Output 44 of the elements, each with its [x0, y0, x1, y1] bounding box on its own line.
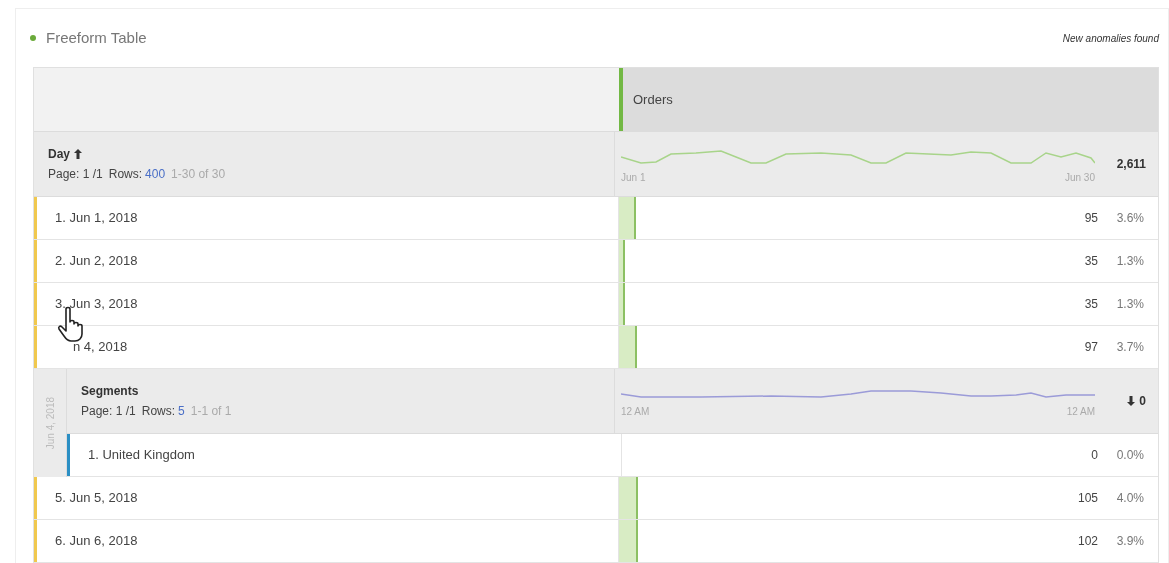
- row-label[interactable]: 1. United Kingdom: [70, 445, 195, 465]
- axis-end-label: 12 AM: [1066, 404, 1095, 419]
- row-value: 35: [1084, 253, 1098, 270]
- rows-count[interactable]: 5: [178, 402, 185, 420]
- total-value: 2,611: [1116, 156, 1146, 173]
- row-value: 0: [1091, 447, 1098, 464]
- axis-start-label: 12 AM: [621, 404, 650, 419]
- row-percent: 3.6%: [1115, 210, 1144, 227]
- axis-start-label: Jun 1: [621, 170, 646, 185]
- row-label[interactable]: n 4, 2018: [37, 337, 128, 357]
- axis-end-label: Jun 30: [1064, 170, 1095, 185]
- range-info: 1-30 of 30: [171, 166, 226, 183]
- sort-arrow-icon[interactable]: [74, 149, 82, 159]
- row-percent: 0.0%: [1115, 447, 1144, 464]
- dimension-name[interactable]: Day: [48, 145, 70, 163]
- row-value: 102: [1077, 533, 1098, 550]
- range-info: 1-1 of 1: [190, 403, 232, 420]
- page-info: Page: 1 /1: [48, 166, 103, 183]
- row-label[interactable]: 1. Jun 1, 2018: [37, 208, 138, 228]
- row-label[interactable]: 6. Jun 6, 2018: [37, 531, 138, 551]
- row-label[interactable]: 5. Jun 5, 2018: [37, 488, 138, 508]
- page-info: Page: 1 /1: [81, 403, 136, 420]
- row-value: 95: [1084, 210, 1098, 227]
- dimension-name[interactable]: Segments: [81, 382, 139, 400]
- row-percent: 3.9%: [1115, 533, 1144, 550]
- column-header[interactable]: Orders: [619, 68, 1158, 131]
- bar-fill: [619, 477, 638, 519]
- down-arrow-icon: [1127, 396, 1136, 406]
- row-percent: 4.0%: [1115, 490, 1144, 507]
- row-percent: 3.7%: [1115, 339, 1144, 356]
- panel-title[interactable]: Freeform Table: [46, 26, 147, 50]
- row-percent: 1.3%: [1115, 253, 1144, 270]
- row-label[interactable]: 2. Jun 2, 2018: [37, 251, 138, 271]
- row-percent: 1.3%: [1115, 296, 1144, 313]
- bar-fill: [619, 520, 638, 562]
- total-value: 0: [1139, 393, 1146, 410]
- rows-label: Rows:: [108, 166, 143, 183]
- row-label[interactable]: 3. Jun 3, 2018: [37, 294, 138, 314]
- row-value: 97: [1084, 339, 1098, 356]
- anomalies-notice[interactable]: New anomalies found: [1062, 30, 1159, 46]
- rows-label: Rows:: [141, 403, 176, 420]
- row-value: 105: [1077, 490, 1098, 507]
- row-value: 35: [1084, 296, 1098, 313]
- rows-count[interactable]: 400: [145, 165, 166, 183]
